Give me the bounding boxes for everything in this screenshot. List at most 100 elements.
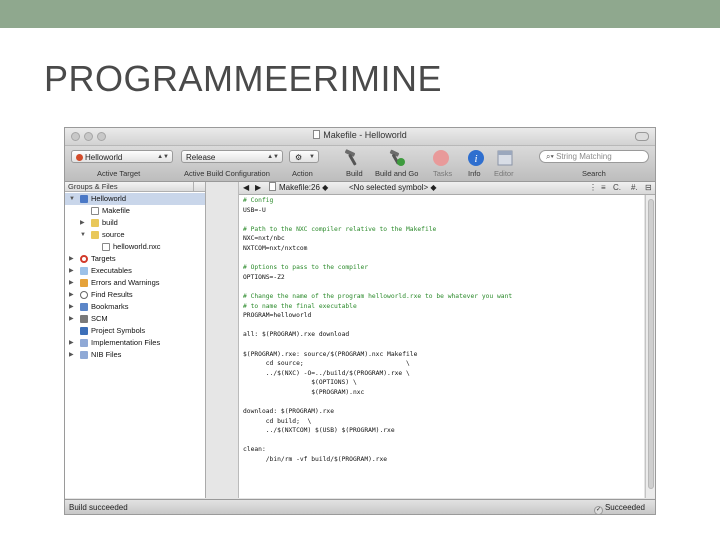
sidebar-item-label: helloworld.nxc [113,242,161,251]
code-line: /bin/rm -vf build/$(PROGRAM).rxe [243,456,388,464]
folder-icon [91,219,99,227]
disclosure-open-icon[interactable]: ▼ [80,229,86,241]
disclosure-closed-icon[interactable]: ▶ [69,313,74,325]
sidebar-item-label: SCM [91,314,108,323]
counterpart-menu-icon[interactable]: C. [613,182,621,194]
sidebar-item-helloworld-nxc[interactable]: helloworld.nxc [65,241,205,253]
includes-menu-icon[interactable]: #. [631,182,638,194]
build-status-indicator[interactable]: ✓ Succeeded [593,500,645,514]
sidebar-item-label: NIB Files [91,350,122,359]
popup-arrows-icon: ▲▼ [267,154,279,160]
history-forward-icon[interactable]: ▶ [255,182,261,194]
sidebar-item-bookmarks[interactable]: ▶ Bookmarks [65,301,205,313]
svg-text:i: i [474,153,477,165]
groups-and-files-sidebar: Groups & Files ▼ Helloworld Makefile ▶ b… [65,182,206,498]
scm-icon [80,315,88,323]
info-icon[interactable]: i [467,149,485,167]
executables-icon [80,267,88,275]
disclosure-closed-icon[interactable]: ▶ [69,265,74,277]
window-title: Makefile - Helloworld [65,130,655,140]
editor-icon[interactable] [496,149,514,167]
sidebar-item-label: Project Symbols [91,326,146,335]
sidebar-item-label: build [102,218,118,227]
sidebar-item-errors-and-warnings[interactable]: ▶ Errors and Warnings [65,277,205,289]
symbol-popup[interactable]: <No selected symbol> ◆ [349,182,437,194]
sidebar-item-find-results[interactable]: ▶ Find Results [65,289,205,301]
code-line: clean: [243,446,266,454]
bookmarks-menu-icon[interactable]: ⋮ [589,182,597,194]
sidebar-item-project-symbols[interactable]: Project Symbols [65,325,205,337]
current-file-label: Makefile:26 [279,183,320,192]
success-check-icon: ✓ [593,506,603,514]
search-field[interactable]: ⌕▾ String Matching [539,150,649,163]
code-comment-line: # Change the name of the program hellowo… [243,292,513,300]
groups-and-files-header: Groups & Files [65,182,205,192]
disclosure-closed-icon[interactable]: ▶ [69,277,74,289]
breakpoints-menu-icon[interactable]: ≡ [601,182,606,194]
editor-scroll-thumb[interactable] [648,199,654,489]
chevron-down-icon: ▼ [309,154,315,160]
folder-icon [91,231,99,239]
code-text[interactable]: # Config USB=-U # Path to the NXC compiler… [243,196,512,465]
file-icon [102,243,110,251]
active-target-popup[interactable]: Helloworld ▲▼ [71,150,173,163]
popup-arrows-icon: ▲▼ [157,154,169,160]
sidebar-item-source[interactable]: ▼ source [65,229,205,241]
sidebar-item-label: Makefile [102,206,130,215]
smart-group-icon [80,339,88,347]
tasks-label: Tasks [433,169,453,178]
code-line: OPTIONS=-Z2 [243,273,285,281]
file-icon [91,207,99,215]
build-and-go-icon[interactable] [388,149,406,167]
sidebar-item-scm[interactable]: ▶ SCM [65,313,205,325]
code-line: $(PROGRAM).nxc [243,388,365,396]
code-comment-line: # Config [243,197,274,204]
editor-label: Editor [494,169,514,178]
disclosure-open-icon[interactable]: ▼ [69,193,75,205]
editor-scrollbar[interactable] [645,195,655,498]
sidebar-item-executables[interactable]: ▶ Executables [65,265,205,277]
sidebar-item-makefile[interactable]: Makefile [65,205,205,217]
window-title-text: Makefile - Helloworld [323,130,407,140]
project-icon [80,195,88,203]
sidebar-item-implementation-files[interactable]: ▶ Implementation Files [65,337,205,349]
search-label: Search [582,169,606,178]
sidebar-item-label: Errors and Warnings [91,278,160,287]
action-popup[interactable]: ⚙ ▼ [289,150,319,163]
target-icon [80,255,88,263]
sidebar-item-build[interactable]: ▶ build [65,217,205,229]
sidebar-item-nib-files[interactable]: ▶ NIB Files [65,349,205,361]
search-icon [80,291,88,299]
code-line: cd source; \ [243,360,410,368]
disclosure-closed-icon[interactable]: ▶ [69,301,74,313]
disclosure-closed-icon[interactable]: ▶ [69,253,74,265]
toolbar-toggle-button[interactable] [635,132,649,141]
lock-icon[interactable]: ⊟ [645,182,652,194]
sidebar-item-helloworld[interactable]: ▼ Helloworld [65,193,205,205]
sidebar-item-label: Find Results [91,290,133,299]
editor-navigation-bar: ◀ ▶ Makefile:26 ◆ <No selected symbol> ◆… [239,182,655,195]
code-line: USB=-U [243,206,266,214]
disclosure-closed-icon[interactable]: ▶ [69,349,74,361]
sidebar-column-divider[interactable] [193,182,204,192]
sidebar-item-targets[interactable]: ▶ Targets [65,253,205,265]
code-comment-line: # Options to pass to the compiler [243,264,369,272]
stop-tasks-icon[interactable] [432,149,450,167]
build-configuration-popup[interactable]: Release ▲▼ [181,150,283,163]
code-line: download: $(PROGRAM).rxe [243,408,334,416]
code-line: $(PROGRAM).rxe: source/$(PROGRAM).nxc Ma… [243,350,418,358]
window-titlebar: Makefile - Helloworld [65,128,655,146]
code-comment-line: # to name the final executable [243,302,357,310]
disclosure-closed-icon[interactable]: ▶ [80,217,85,229]
search-icon: ⌕▾ [546,152,554,161]
disclosure-closed-icon[interactable]: ▶ [69,289,74,301]
disclosure-closed-icon[interactable]: ▶ [69,337,74,349]
xcode-window: Makefile - Helloworld Helloworld ▲▼ Acti… [64,127,656,515]
build-hammer-icon[interactable] [343,149,361,167]
file-history-popup[interactable]: Makefile:26 ◆ [269,182,328,194]
code-editor[interactable]: # Config USB=-U # Path to the NXC compiler… [239,195,644,498]
history-back-icon[interactable]: ◀ [243,182,249,194]
